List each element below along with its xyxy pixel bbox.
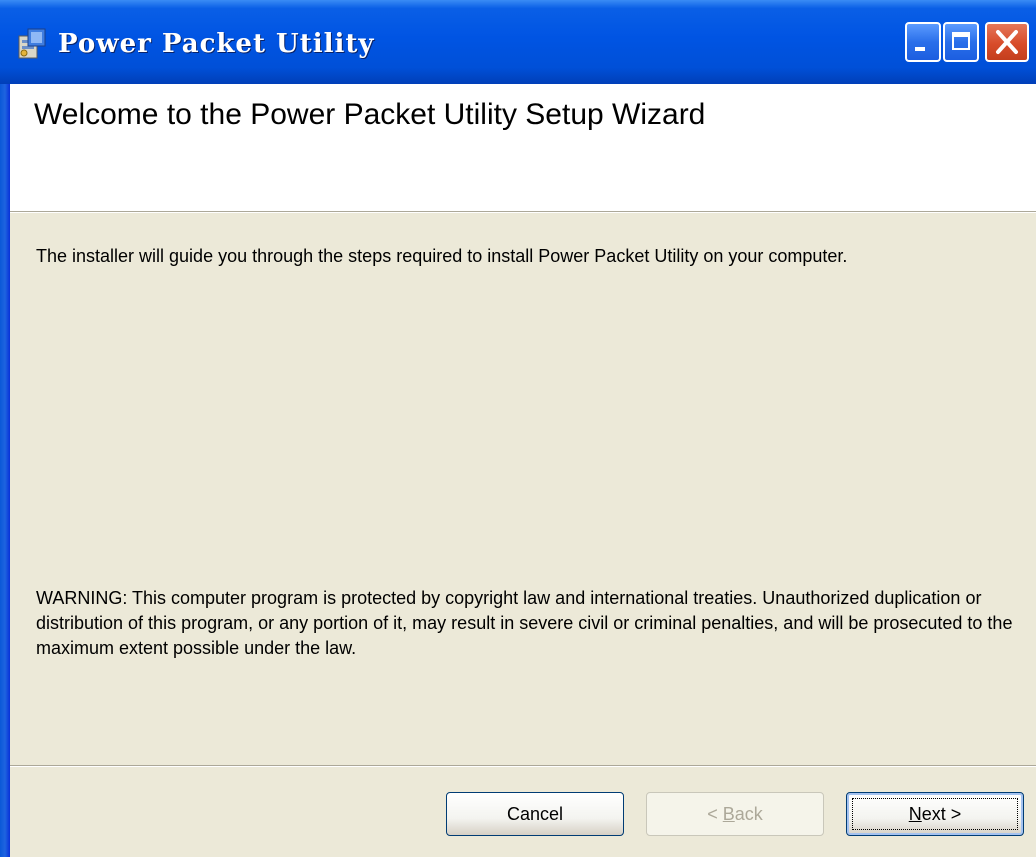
banner-divider: [10, 212, 1036, 213]
window-frame-left: [0, 84, 10, 857]
close-button[interactable]: [985, 22, 1029, 62]
focus-rectangle: [852, 798, 1018, 830]
minimize-button[interactable]: [905, 22, 941, 62]
maximize-button[interactable]: [943, 22, 979, 62]
copyright-warning: WARNING: This computer program is protec…: [36, 588, 1013, 658]
cancel-button[interactable]: Cancel: [446, 792, 624, 836]
wizard-heading: Welcome to the Power Packet Utility Setu…: [34, 98, 706, 131]
back-button[interactable]: < Back: [646, 792, 824, 836]
cancel-button-label: Cancel: [506, 804, 564, 824]
back-button-prefix: <: [707, 804, 723, 824]
next-button[interactable]: Next >: [846, 792, 1024, 836]
wizard-client-area: Welcome to the Power Packet Utility Setu…: [10, 84, 1036, 857]
footer-divider: [10, 765, 1036, 767]
close-icon: [987, 24, 1027, 60]
title-bar[interactable]: Power Packet Utility: [0, 0, 1036, 84]
intro-text: The installer will guide you through the…: [36, 246, 848, 266]
maximize-icon: [945, 24, 977, 60]
minimize-icon: [907, 24, 939, 60]
installer-icon: [16, 26, 48, 60]
setup-wizard-window: Power Packet Utility Welcome to the Powe…: [0, 0, 1036, 857]
window-title: Power Packet Utility: [58, 29, 375, 59]
back-button-accesskey: B: [722, 804, 735, 824]
wizard-banner: Welcome to the Power Packet Utility Setu…: [10, 84, 1036, 212]
back-button-label: ack: [734, 804, 763, 824]
